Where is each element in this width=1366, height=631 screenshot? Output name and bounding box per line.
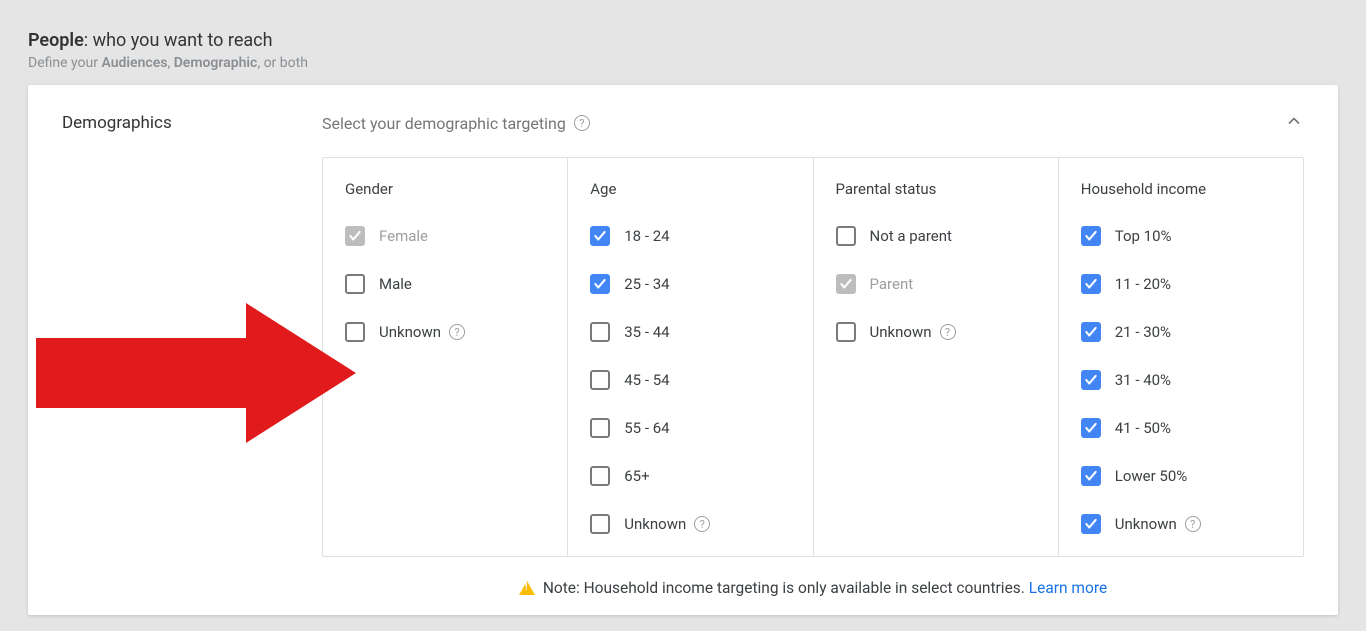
option-label: 11 - 20% bbox=[1115, 275, 1171, 293]
column-header: Gender bbox=[345, 180, 545, 198]
checkbox[interactable] bbox=[1081, 274, 1101, 294]
checkbox[interactable] bbox=[1081, 418, 1101, 438]
option-label: Unknown? bbox=[379, 323, 465, 341]
help-icon[interactable]: ? bbox=[940, 324, 956, 340]
checkbox[interactable] bbox=[590, 226, 610, 246]
checkbox[interactable] bbox=[590, 418, 610, 438]
option-male[interactable]: Male bbox=[345, 274, 545, 294]
checkbox[interactable] bbox=[345, 226, 365, 246]
option-label: Unknown? bbox=[1115, 515, 1201, 533]
checkbox[interactable] bbox=[590, 322, 610, 342]
checkbox[interactable] bbox=[345, 322, 365, 342]
option-55-64[interactable]: 55 - 64 bbox=[590, 418, 790, 438]
column-header: Household income bbox=[1081, 180, 1281, 198]
help-icon[interactable]: ? bbox=[1185, 516, 1201, 532]
checkbox[interactable] bbox=[590, 274, 610, 294]
column-household-income: Household income Top 10% 11 - 20% 21 - 30% 3… bbox=[1059, 158, 1303, 556]
option-label: 45 - 54 bbox=[624, 371, 669, 389]
help-icon[interactable]: ? bbox=[694, 516, 710, 532]
option-label: Male bbox=[379, 275, 412, 293]
option-label: 65+ bbox=[624, 467, 649, 485]
option-65-[interactable]: 65+ bbox=[590, 466, 790, 486]
people-header: People: who you want to reach bbox=[28, 30, 1338, 51]
option-label: Lower 50% bbox=[1115, 467, 1188, 485]
warning-icon bbox=[519, 581, 535, 595]
demographic-columns: Gender Female Male Unknown? Age 18 - 24 25 - 3… bbox=[322, 157, 1304, 557]
option-label: Female bbox=[379, 227, 428, 245]
checkbox[interactable] bbox=[836, 274, 856, 294]
option-label: Parent bbox=[870, 275, 914, 293]
demographic-subheader: Select your demographic targeting bbox=[322, 114, 566, 133]
option-unknown[interactable]: Unknown? bbox=[836, 322, 1036, 342]
collapse-button[interactable] bbox=[1284, 111, 1304, 135]
option-45-54[interactable]: 45 - 54 bbox=[590, 370, 790, 390]
help-icon[interactable]: ? bbox=[449, 324, 465, 340]
option-label: Unknown? bbox=[870, 323, 956, 341]
option-label: Not a parent bbox=[870, 227, 952, 245]
option-label: 31 - 40% bbox=[1115, 371, 1171, 389]
option-35-44[interactable]: 35 - 44 bbox=[590, 322, 790, 342]
checkbox[interactable] bbox=[1081, 370, 1101, 390]
checkbox[interactable] bbox=[1081, 226, 1101, 246]
option-label: 55 - 64 bbox=[624, 419, 669, 437]
option-unknown[interactable]: Unknown? bbox=[345, 322, 545, 342]
option-unknown[interactable]: Unknown? bbox=[1081, 514, 1281, 534]
option-female[interactable]: Female bbox=[345, 226, 545, 246]
option-label: 21 - 30% bbox=[1115, 323, 1171, 341]
option-label: 25 - 34 bbox=[624, 275, 669, 293]
option-11-20-[interactable]: 11 - 20% bbox=[1081, 274, 1281, 294]
option-unknown[interactable]: Unknown? bbox=[590, 514, 790, 534]
option-label: 41 - 50% bbox=[1115, 419, 1171, 437]
option-lower-50-[interactable]: Lower 50% bbox=[1081, 466, 1281, 486]
learn-more-link[interactable]: Learn more bbox=[1029, 579, 1107, 597]
column-header: Age bbox=[590, 180, 790, 198]
option-label: 18 - 24 bbox=[624, 227, 669, 245]
column-parental-status: Parental status Not a parent Parent Unknown… bbox=[814, 158, 1059, 556]
demographics-card: Demographics Select your demographic tar… bbox=[28, 85, 1338, 615]
option-label: 35 - 44 bbox=[624, 323, 669, 341]
checkbox[interactable] bbox=[345, 274, 365, 294]
option-label: Top 10% bbox=[1115, 227, 1172, 245]
option-not-a-parent[interactable]: Not a parent bbox=[836, 226, 1036, 246]
checkbox[interactable] bbox=[836, 226, 856, 246]
checkbox[interactable] bbox=[590, 514, 610, 534]
option-31-40-[interactable]: 31 - 40% bbox=[1081, 370, 1281, 390]
checkbox[interactable] bbox=[1081, 514, 1101, 534]
column-gender: Gender Female Male Unknown? bbox=[323, 158, 568, 556]
option-25-34[interactable]: 25 - 34 bbox=[590, 274, 790, 294]
section-title: Demographics bbox=[62, 111, 322, 133]
option-41-50-[interactable]: 41 - 50% bbox=[1081, 418, 1281, 438]
option-top-10-[interactable]: Top 10% bbox=[1081, 226, 1281, 246]
footer-note: Note: Household income targeting is only… bbox=[322, 579, 1304, 597]
checkbox[interactable] bbox=[1081, 466, 1101, 486]
checkbox[interactable] bbox=[590, 466, 610, 486]
column-age: Age 18 - 24 25 - 34 35 - 44 45 - 54 55 - 64 65… bbox=[568, 158, 813, 556]
option-21-30-[interactable]: 21 - 30% bbox=[1081, 322, 1281, 342]
help-icon[interactable]: ? bbox=[574, 115, 590, 131]
checkbox[interactable] bbox=[590, 370, 610, 390]
option-parent[interactable]: Parent bbox=[836, 274, 1036, 294]
option-18-24[interactable]: 18 - 24 bbox=[590, 226, 790, 246]
checkbox[interactable] bbox=[1081, 322, 1101, 342]
column-header: Parental status bbox=[836, 180, 1036, 198]
checkbox[interactable] bbox=[836, 322, 856, 342]
option-label: Unknown? bbox=[624, 515, 710, 533]
people-subheader: Define your Audiences, Demographic, or b… bbox=[28, 55, 1338, 71]
